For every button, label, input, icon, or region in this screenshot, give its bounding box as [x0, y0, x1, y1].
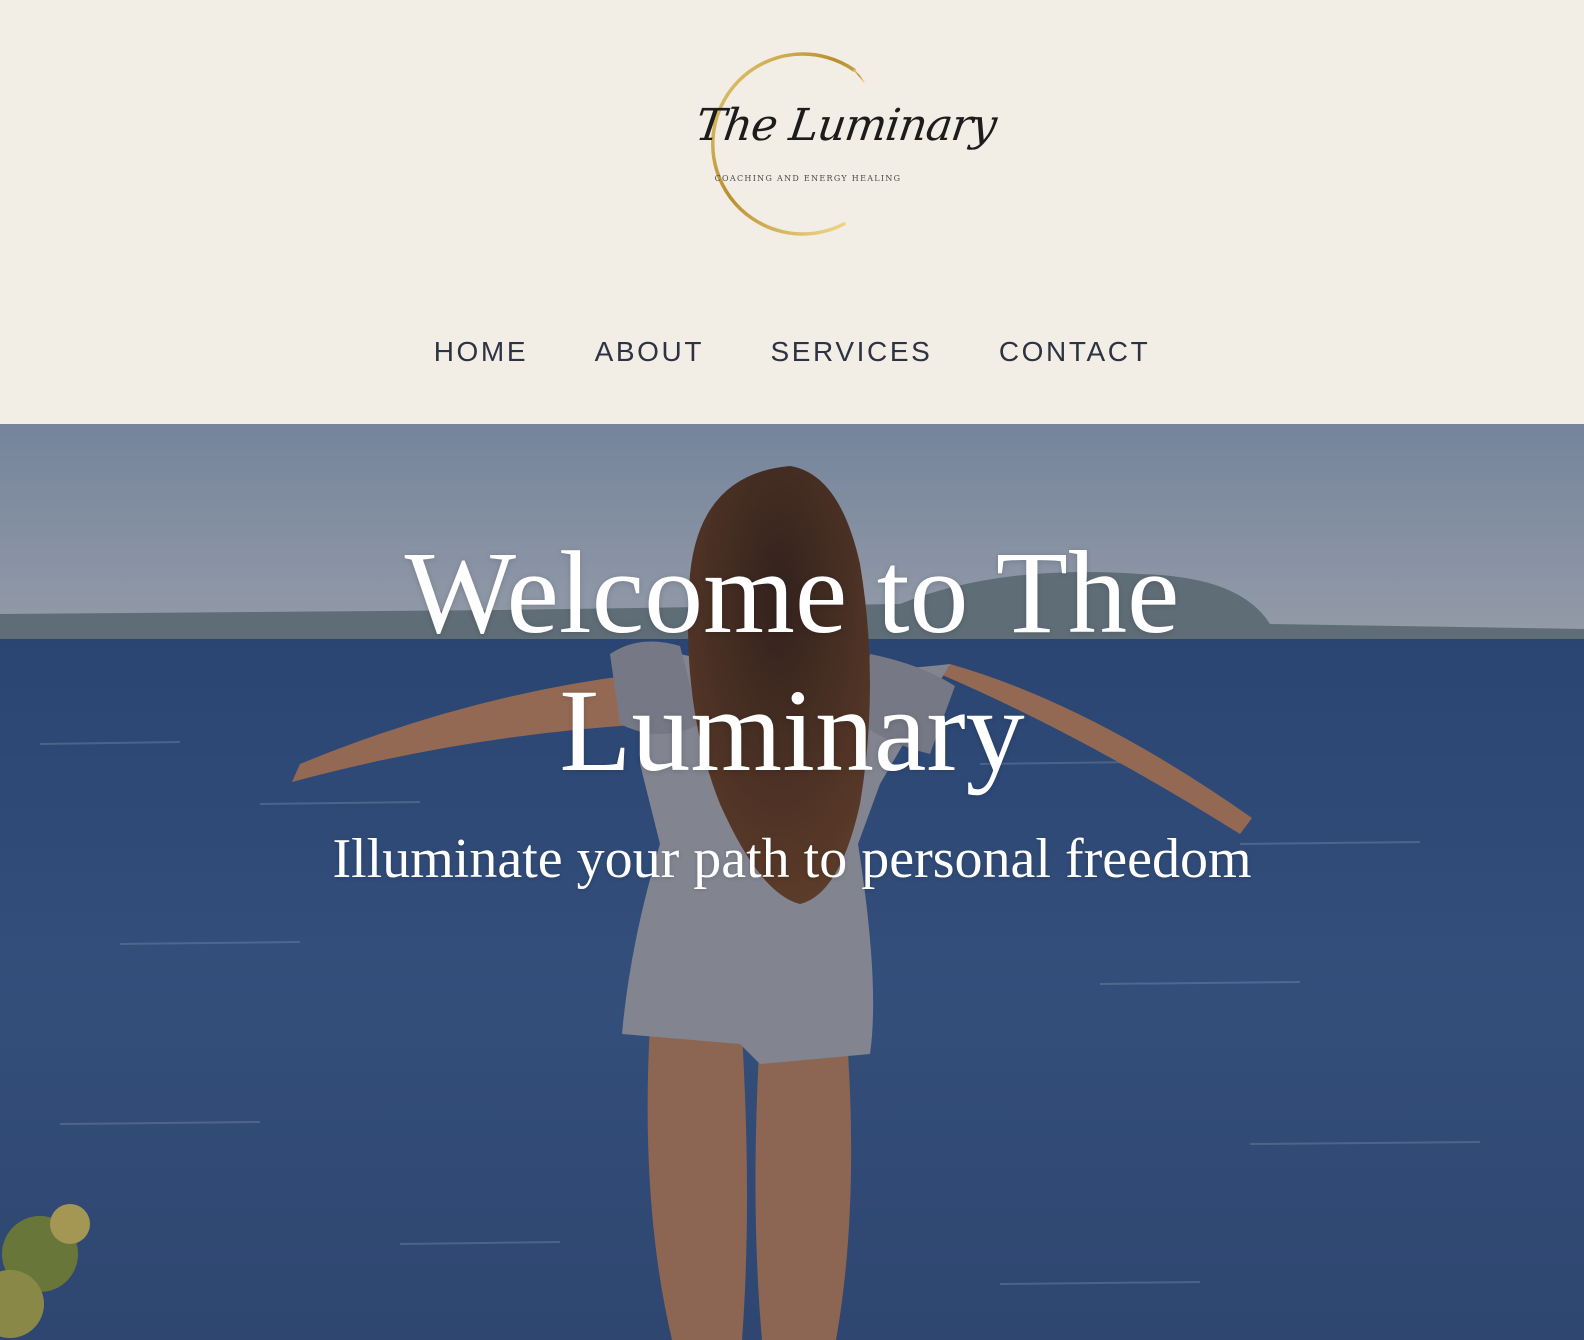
nav-services[interactable]: SERVICES	[770, 336, 932, 368]
nav-about[interactable]: ABOUT	[595, 336, 704, 368]
hero-subtitle: Illuminate your path to personal freedom	[332, 828, 1252, 890]
hero-section: Welcome to The Luminary Illuminate your …	[0, 424, 1584, 1340]
nav-contact[interactable]: CONTACT	[999, 336, 1150, 368]
logo-tagline: COACHING AND ENERGY HEALING	[714, 174, 902, 183]
logo-wordmark: The Luminary	[692, 100, 1000, 151]
main-nav: HOME ABOUT SERVICES CONTACT	[0, 336, 1584, 368]
hero-title: Welcome to The Luminary	[404, 527, 1180, 796]
nav-home[interactable]: HOME	[434, 336, 528, 368]
site-header: The Luminary COACHING AND ENERGY HEALING…	[0, 0, 1584, 424]
site-logo[interactable]: The Luminary COACHING AND ENERGY HEALING	[676, 48, 999, 242]
